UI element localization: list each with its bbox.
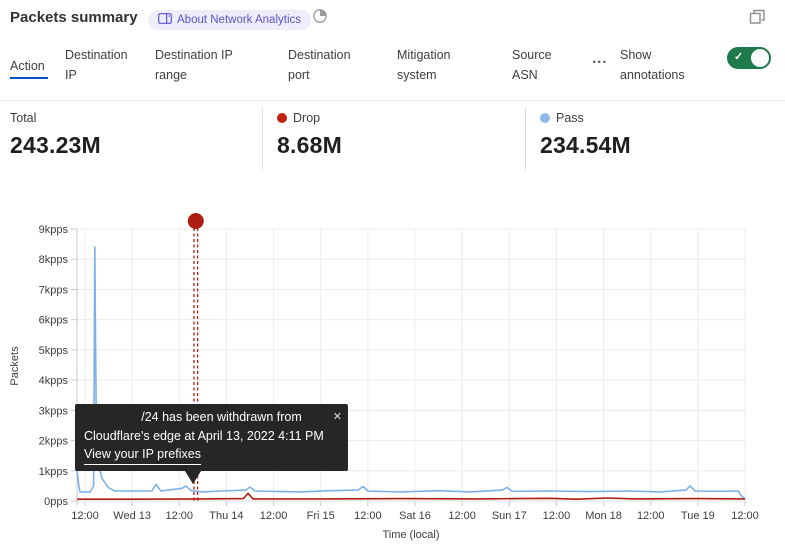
x-tick-label: Sat 16 — [399, 510, 431, 522]
y-tick-label: 4kpps — [39, 375, 69, 387]
x-tick-label: Fri 15 — [307, 510, 335, 522]
x-tick-label: Mon 18 — [585, 510, 622, 522]
y-tick-label: 8kpps — [39, 254, 69, 266]
annotation-tooltip: /24 has been withdrawn from Cloudflare's… — [75, 404, 348, 471]
x-axis-title: Time (local) — [382, 529, 439, 541]
x-tick-label: 12:00 — [166, 510, 194, 522]
y-tick-label: 2kpps — [39, 436, 69, 448]
x-tick-label: 12:00 — [354, 510, 382, 522]
x-tick-label: 12:00 — [71, 510, 99, 522]
y-tick-label: 6kpps — [39, 315, 69, 327]
series-line-drop — [77, 493, 745, 499]
close-icon[interactable]: ✕ — [333, 408, 342, 427]
x-tick-label: Sun 17 — [492, 510, 527, 522]
y-tick-label: 1kpps — [39, 466, 69, 478]
x-tick-label: 12:00 — [543, 510, 571, 522]
tooltip-text-line2: Cloudflare's edge at April 13, 2022 4:11… — [84, 427, 339, 446]
annotation-marker-dot[interactable] — [188, 213, 204, 229]
y-tick-label: 5kpps — [39, 345, 69, 357]
y-axis-title: Packets — [9, 346, 21, 386]
tooltip-arrow — [185, 471, 201, 484]
x-tick-label: 12:00 — [260, 510, 288, 522]
y-tick-label: 7kpps — [39, 284, 69, 296]
packets-summary-panel: Packets summary About Network Analytics … — [0, 0, 785, 555]
x-tick-label: Tue 19 — [681, 510, 715, 522]
view-ip-prefixes-link[interactable]: View your IP prefixes — [84, 445, 201, 465]
packets-time-series-chart: 0pps 1kpps 2kpps 3kpps 4kpps 5kpps 6kpps 7kpps 8… — [0, 0, 785, 555]
x-tick-label: 12:00 — [731, 510, 759, 522]
tooltip-text-line1: /24 has been withdrawn from — [84, 408, 339, 427]
x-tick-label: Thu 14 — [209, 510, 243, 522]
x-tick-label: Wed 13 — [113, 510, 151, 522]
x-tick-label: 12:00 — [637, 510, 665, 522]
y-tick-label: 0pps — [44, 496, 68, 508]
x-tick-label: 12:00 — [448, 510, 476, 522]
y-tick-label: 9kpps — [39, 224, 69, 236]
y-tick-label: 3kpps — [39, 405, 69, 417]
